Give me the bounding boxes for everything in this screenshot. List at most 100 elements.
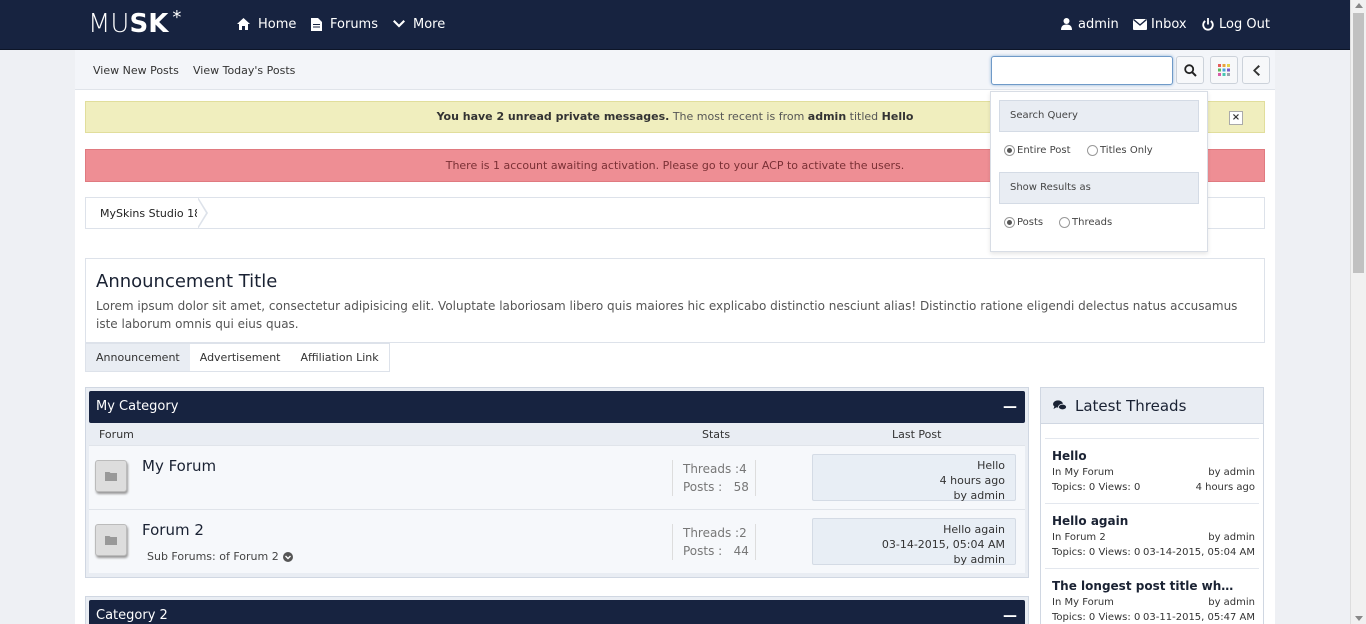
chevron-circle-down-icon[interactable]: [282, 551, 293, 562]
subforums[interactable]: Sub Forums: of Forum 2: [147, 550, 293, 563]
document-icon: [311, 17, 322, 31]
forum-stats: Threads :4 Posts : 58: [672, 460, 756, 496]
pm-alert-user[interactable]: admin: [808, 110, 846, 123]
thread-author[interactable]: by admin: [1208, 467, 1255, 478]
latest-threads-title: Latest Threads: [1075, 396, 1187, 415]
category-header[interactable]: Category 2 —: [89, 600, 1025, 624]
scroll-up-arrow-icon[interactable]: [1355, 3, 1363, 8]
forum-name[interactable]: My Forum: [142, 457, 216, 475]
thread-stats: Topics: 0 Views: 0: [1052, 482, 1141, 493]
nav-more-label: More: [413, 16, 446, 32]
radio-entire-post[interactable]: Entire Post: [1004, 145, 1071, 156]
radio-posts[interactable]: Posts: [1004, 217, 1043, 228]
logo-text-bold: SK: [129, 9, 169, 39]
radio-circle-checked[interactable]: [1004, 217, 1015, 228]
pm-alert-count: You have 2 unread private messages.: [436, 110, 670, 123]
thread-forum[interactable]: In My Forum: [1052, 597, 1114, 608]
nav-forums[interactable]: Forums: [311, 15, 378, 33]
sub-toolbar: View New Posts View Today's Posts: [75, 50, 1275, 90]
collapse-icon[interactable]: —: [1003, 600, 1017, 624]
thread-forum[interactable]: In Forum 2: [1052, 532, 1106, 543]
last-post-title[interactable]: Hello again: [823, 522, 1005, 537]
forum-row: My Forum Threads :4 Posts : 58 Hello 4 h…: [89, 445, 1025, 509]
pm-alert-title[interactable]: Hello: [882, 110, 914, 123]
thread-author[interactable]: by admin: [1208, 532, 1255, 543]
category-title: My Category: [96, 399, 179, 414]
nav-home[interactable]: Home: [237, 15, 296, 33]
nav-user[interactable]: admin: [1061, 15, 1119, 33]
chevron-down-icon: [393, 19, 405, 27]
category-my-category: My Category — Forum Stats Last Post My F…: [85, 387, 1029, 578]
search-button[interactable]: [1176, 56, 1204, 84]
page-scrollbar[interactable]: [1350, 0, 1366, 624]
list-item[interactable]: Hello again In Forum 2 by admin Topics: …: [1045, 503, 1259, 567]
list-item[interactable]: The longest post title wh… In My Forum b…: [1045, 568, 1259, 624]
column-headers: Forum Stats Last Post: [89, 423, 1025, 445]
forum-name[interactable]: Forum 2: [142, 521, 204, 539]
breadcrumb-item-home[interactable]: MySkins Studio 18: [100, 207, 201, 220]
tab-advertisement[interactable]: Advertisement: [190, 344, 291, 371]
subforums-label: Sub Forums: of Forum 2: [147, 550, 279, 563]
announcement-title: Announcement Title: [96, 271, 278, 292]
chevron-left-icon: [1253, 64, 1260, 76]
folder-icon: [95, 460, 127, 492]
nav-user-label: admin: [1078, 16, 1119, 32]
last-post-author[interactable]: by admin: [823, 552, 1005, 567]
col-stats: Stats: [702, 428, 731, 441]
last-post-title[interactable]: Hello: [823, 458, 1005, 473]
radio-threads[interactable]: Threads: [1059, 217, 1112, 228]
announcement-box: Announcement Title Lorem ipsum dolor sit…: [85, 258, 1265, 343]
dismiss-alert-button[interactable]: ×: [1229, 111, 1243, 125]
announcement-tabs: Announcement Advertisement Affiliation L…: [85, 343, 390, 372]
folder-icon: [95, 524, 127, 556]
radio-posts-label: Posts: [1017, 217, 1044, 228]
view-new-posts-link[interactable]: View New Posts: [93, 64, 179, 77]
thread-title[interactable]: Hello: [1052, 449, 1087, 463]
nav-logout-label: Log Out: [1219, 16, 1270, 32]
col-last-post: Last Post: [892, 428, 942, 441]
thread-stats: Topics: 0 Views: 0: [1052, 547, 1141, 558]
collapse-icon[interactable]: —: [1003, 391, 1017, 423]
logo-text-thin: MU: [88, 9, 130, 39]
latest-threads-panel: Latest Threads Hello In My Forum by admi…: [1040, 387, 1264, 624]
col-forum: Forum: [99, 428, 134, 441]
tab-announcement[interactable]: Announcement: [86, 344, 190, 371]
threads-count: Threads :4: [683, 462, 747, 476]
thread-title[interactable]: Hello again: [1052, 514, 1128, 528]
view-todays-posts-link[interactable]: View Today's Posts: [193, 64, 295, 77]
nav-inbox-label: Inbox: [1151, 16, 1187, 32]
nav-logout[interactable]: Log Out: [1202, 15, 1270, 33]
scroll-down-arrow-icon[interactable]: [1355, 616, 1363, 621]
nav-home-label: Home: [258, 16, 297, 32]
category-header[interactable]: My Category —: [89, 391, 1025, 423]
home-icon: [237, 18, 250, 30]
radio-titles-only-label: Titles Only: [1100, 145, 1153, 156]
announcement-body: Lorem ipsum dolor sit amet, consectetur …: [96, 299, 1238, 331]
nav-more[interactable]: More: [393, 15, 445, 33]
scrollbar-thumb[interactable]: [1353, 13, 1364, 273]
radio-titles-only[interactable]: Titles Only: [1087, 145, 1153, 156]
nav-inbox[interactable]: Inbox: [1133, 15, 1187, 33]
thread-stats: Topics: 0 Views: 0: [1052, 612, 1141, 623]
list-item[interactable]: Hello In My Forum by admin Topics: 0 Vie…: [1045, 438, 1259, 502]
color-palette-button[interactable]: [1210, 56, 1238, 84]
thread-forum[interactable]: In My Forum: [1052, 467, 1114, 478]
thread-author[interactable]: by admin: [1208, 597, 1255, 608]
radio-circle[interactable]: [1059, 217, 1070, 228]
latest-threads-header: Latest Threads: [1041, 388, 1263, 424]
site-logo[interactable]: MU SK *: [88, 7, 181, 39]
thread-title[interactable]: The longest post title wh…: [1052, 579, 1233, 593]
forum-row: Forum 2 Sub Forums: of Forum 2 Threads :…: [89, 509, 1025, 573]
comments-icon: [1053, 400, 1067, 411]
pm-alert-titled: titled: [846, 110, 882, 123]
radio-circle[interactable]: [1087, 145, 1098, 156]
last-post-box: Hello again 03-14-2015, 05:04 AM by admi…: [812, 518, 1016, 567]
collapse-sidebar-button[interactable]: [1242, 56, 1270, 84]
category-category-2: Category 2 —: [85, 596, 1029, 624]
pm-alert-middle: The most recent is from: [669, 110, 808, 123]
last-post-author[interactable]: by admin: [823, 488, 1005, 503]
search-input[interactable]: [991, 56, 1173, 85]
radio-circle-checked[interactable]: [1004, 145, 1015, 156]
tab-affiliation-link[interactable]: Affiliation Link: [290, 344, 388, 371]
search-query-label: Search Query: [999, 100, 1199, 132]
